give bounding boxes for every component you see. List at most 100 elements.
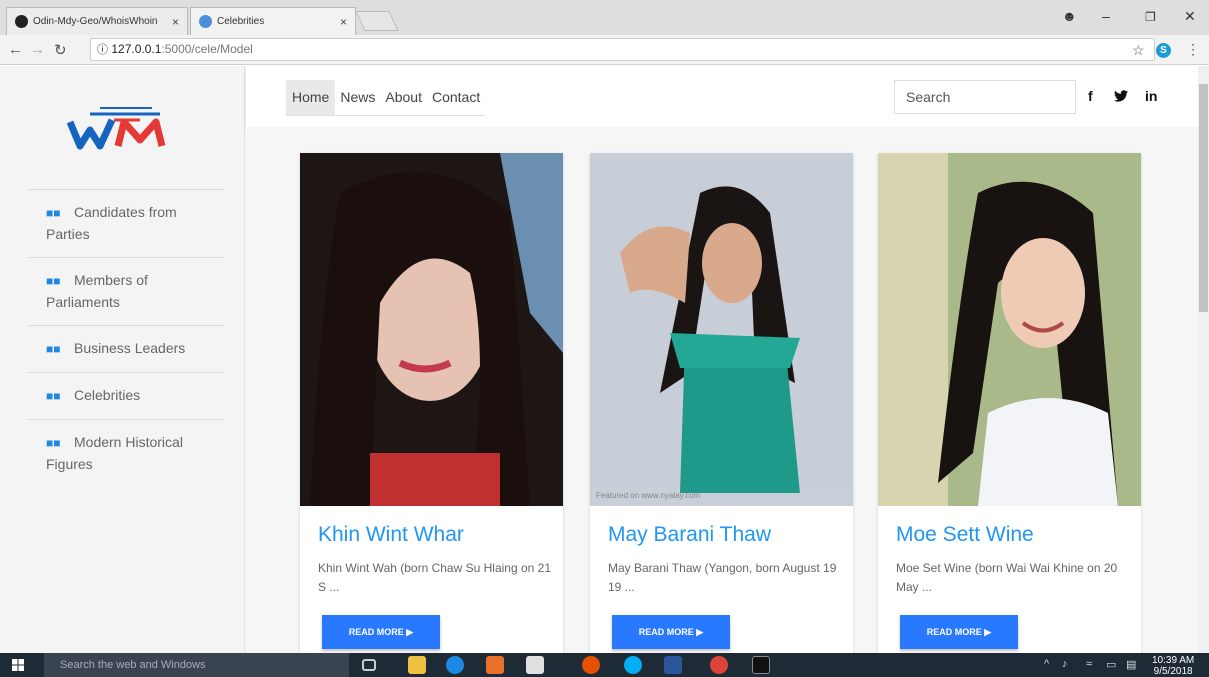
sidebar-menu: ■■ Candidates from Parties ■■ Members of P… <box>28 189 224 487</box>
system-clock[interactable]: 10:39 AM 9/5/2018 <box>1152 655 1194 677</box>
sidebar-item-label: Candidates from Parties <box>46 204 177 242</box>
scrollbar-thumb[interactable] <box>1199 84 1208 312</box>
file-explorer-icon[interactable] <box>408 656 426 674</box>
play-icon: ▶ <box>696 627 704 637</box>
celebrity-photo[interactable] <box>878 153 1141 506</box>
celebrity-card: Moe Sett Wine Moe Set Wine (born Wai Wai… <box>878 153 1141 653</box>
close-window-icon[interactable]: ✕ <box>1184 8 1196 25</box>
tray-chevron-icon[interactable]: ^ <box>1044 658 1049 670</box>
tab-github[interactable]: Odin-Mdy-Geo/WhoisWhoin × <box>6 7 188 35</box>
users-icon: ■■ <box>46 342 61 356</box>
celebrity-name[interactable]: Moe Sett Wine <box>896 523 1034 547</box>
celebrity-summary: Moe Set Wine (born Wai Wai Khine on 20 M… <box>896 561 1118 594</box>
read-more-button[interactable]: READ MORE ▶ <box>900 615 1018 649</box>
menu-icon[interactable]: ⋮ <box>1186 41 1200 58</box>
edge-icon[interactable] <box>446 656 464 674</box>
twitter-icon[interactable] <box>1114 90 1128 102</box>
windows-taskbar: Search the web and Windows ^ ♪ ≈ ▭ ▤ 10:… <box>0 653 1209 677</box>
sidebar-item-celebrities[interactable]: ■■ Celebrities <box>28 372 224 419</box>
users-icon: ■■ <box>46 274 61 288</box>
users-icon: ■■ <box>46 389 61 403</box>
celebrity-card: Featured on www.nyalay.com May Barani Th… <box>590 153 853 653</box>
browser-tab-strip: Odin-Mdy-Geo/WhoisWhoin × Celebrities × … <box>0 0 1209 35</box>
nav-links: Home News About Contact <box>286 80 486 116</box>
sidebar-item-label: Celebrities <box>74 387 141 403</box>
reload-icon[interactable]: ↻ <box>54 41 67 59</box>
nav-about[interactable]: About <box>380 80 427 115</box>
profile-icon[interactable]: ☻ <box>1062 8 1077 24</box>
users-icon: ■■ <box>46 436 61 450</box>
forward-icon[interactable]: → <box>30 41 45 58</box>
portrait-illustration-icon <box>878 153 1141 506</box>
users-icon: ■■ <box>46 206 61 220</box>
photo-caption: Featured on www.nyalay.com <box>596 491 701 500</box>
chrome-icon[interactable] <box>710 656 728 674</box>
sidebar-item-label: Modern Historical Figures <box>46 434 183 472</box>
word-icon[interactable] <box>664 656 682 674</box>
restore-icon[interactable]: ❐ <box>1145 10 1156 24</box>
sidebar-item-historical[interactable]: ■■ Modern Historical Figures <box>28 419 224 487</box>
back-icon[interactable]: ← <box>8 41 23 58</box>
address-bar-row: ← → ↻ ⓘ 127.0.0.1:5000/cele/Model ☆ S ⋮ <box>0 35 1209 65</box>
sidebar-item-label: Business Leaders <box>74 340 186 356</box>
task-view-icon[interactable] <box>362 659 376 671</box>
sidebar-item-business[interactable]: ■■ Business Leaders <box>28 325 224 372</box>
close-tab-icon[interactable]: × <box>340 15 347 29</box>
url-field[interactable]: ⓘ 127.0.0.1:5000/cele/Model <box>90 38 1155 61</box>
tab-title: Odin-Mdy-Geo/WhoisWhoin <box>33 16 158 27</box>
read-more-button[interactable]: READ MORE ▶ <box>612 615 730 649</box>
url-path: :5000/cele/Model <box>161 42 253 56</box>
nav-home[interactable]: Home <box>286 80 336 115</box>
url-host: 127.0.0.1 <box>111 42 162 56</box>
sidebar: ■■ Candidates from Parties ■■ Members of P… <box>0 66 245 653</box>
store-icon[interactable] <box>526 656 544 674</box>
celebrity-name[interactable]: Khin Wint Whar <box>318 523 464 547</box>
celebrity-name[interactable]: May Barani Thaw <box>608 523 771 547</box>
facebook-icon[interactable]: f <box>1088 88 1093 104</box>
clock-date: 9/5/2018 <box>1153 666 1193 677</box>
skype-extension-icon[interactable]: S <box>1156 43 1171 58</box>
wifi-icon[interactable]: ≈ <box>1086 658 1092 670</box>
new-tab-button[interactable] <box>355 11 399 31</box>
github-icon <box>15 15 28 28</box>
play-icon: ▶ <box>406 627 414 637</box>
battery-icon[interactable]: ▭ <box>1106 658 1116 671</box>
celebrity-summary: May Barani Thaw (Yangon, born August 19 … <box>608 561 837 594</box>
celebrity-card: Khin Wint Whar Khin Wint Wah (born Chaw … <box>300 153 563 653</box>
nav-contact[interactable]: Contact <box>427 80 485 115</box>
volume-icon[interactable]: ♪ <box>1062 658 1068 670</box>
celebrity-photo[interactable] <box>300 153 563 506</box>
read-more-label: READ MORE <box>926 627 982 637</box>
play-icon: ▶ <box>984 627 992 637</box>
site-logo-icon[interactable] <box>60 104 190 154</box>
tab-title: Celebrities <box>217 16 265 27</box>
portrait-illustration-icon <box>300 153 563 506</box>
nav-news[interactable]: News <box>335 80 380 115</box>
portrait-illustration-icon <box>594 157 849 493</box>
read-more-button[interactable]: READ MORE ▶ <box>322 615 440 649</box>
read-more-label: READ MORE <box>348 627 404 637</box>
skype-icon[interactable] <box>624 656 642 674</box>
site-favicon-icon <box>199 15 212 28</box>
firefox-icon[interactable] <box>582 656 600 674</box>
windows-start-icon[interactable] <box>12 659 24 671</box>
info-icon[interactable]: ⓘ <box>97 44 108 56</box>
notifications-icon[interactable]: ▤ <box>1126 658 1136 671</box>
terminal-icon[interactable] <box>752 656 770 674</box>
page-viewport: ■■ Candidates from Parties ■■ Members of P… <box>0 66 1198 653</box>
minimize-icon[interactable]: – <box>1102 8 1110 24</box>
bookmark-star-icon[interactable]: ☆ <box>1132 42 1145 59</box>
read-more-label: READ MORE <box>638 627 694 637</box>
close-tab-icon[interactable]: × <box>172 15 179 29</box>
linkedin-icon[interactable]: in <box>1145 88 1157 104</box>
top-navbar: Home News About Contact Search f in <box>246 66 1198 127</box>
celebrity-summary: Khin Wint Wah (born Chaw Su Hlaing on 21… <box>318 561 552 594</box>
tab-celebrities[interactable]: Celebrities × <box>190 7 356 35</box>
sidebar-item-candidates[interactable]: ■■ Candidates from Parties <box>28 189 224 257</box>
sidebar-item-parliament[interactable]: ■■ Members of Parliaments <box>28 257 224 325</box>
xampp-icon[interactable] <box>486 656 504 674</box>
taskbar-search-input[interactable]: Search the web and Windows <box>44 653 349 677</box>
search-input[interactable]: Search <box>894 80 1076 114</box>
clock-time: 10:39 AM <box>1152 655 1195 666</box>
celebrity-photo[interactable]: Featured on www.nyalay.com <box>590 153 853 506</box>
